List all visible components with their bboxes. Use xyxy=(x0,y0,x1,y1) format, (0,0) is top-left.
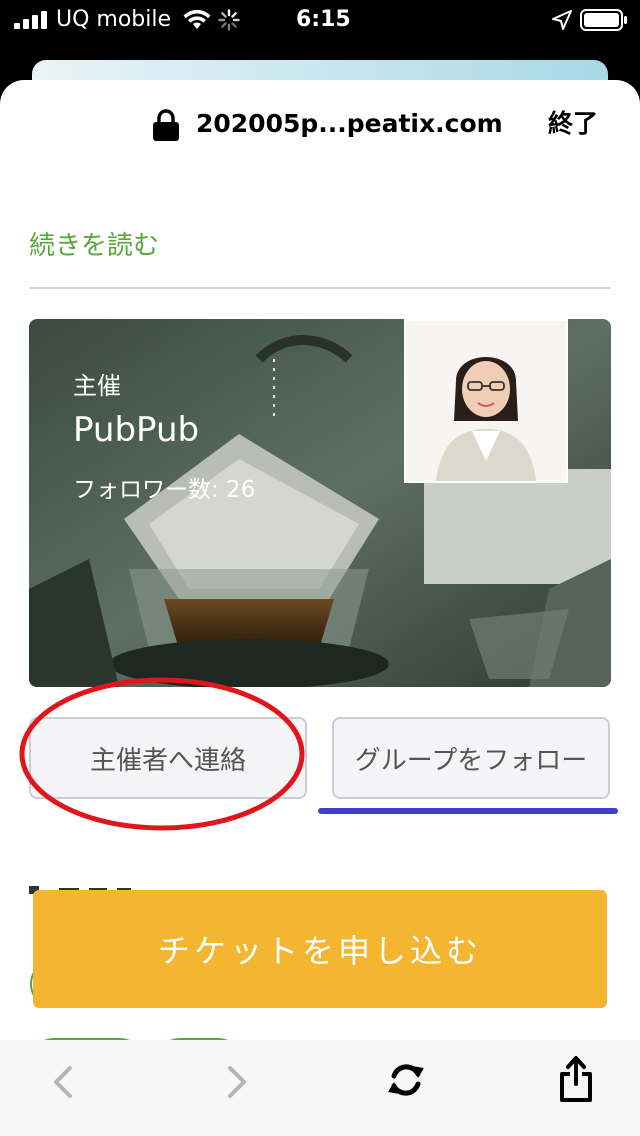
avatar-portrait-icon xyxy=(406,321,566,481)
browser-toolbar xyxy=(0,1040,640,1136)
clock-time: 6:15 xyxy=(296,7,351,32)
chevron-left-icon[interactable] xyxy=(48,1062,78,1102)
wifi-icon xyxy=(183,10,211,29)
organizer-avatar xyxy=(404,319,568,483)
organizer-label: 主催 xyxy=(73,372,121,400)
carrier-name: UQ mobile xyxy=(56,7,172,32)
safari-view-sheet: 202005p...peatix.com 終了 続きを読む 主催 PubPub … xyxy=(0,80,640,1136)
url-bar: 202005p...peatix.com 終了 xyxy=(0,80,640,170)
follower-count: フォロワー数: 26 xyxy=(73,477,256,503)
blue-annotation-underline xyxy=(318,808,618,814)
contact-organizer-button[interactable]: 主催者へ連絡 xyxy=(29,717,307,799)
lock-icon xyxy=(153,109,179,141)
divider xyxy=(29,287,611,289)
battery-icon xyxy=(580,9,627,31)
share-icon[interactable] xyxy=(556,1054,596,1104)
reload-icon[interactable] xyxy=(386,1060,426,1100)
chevron-right-icon[interactable] xyxy=(222,1062,252,1102)
organizer-name: PubPub xyxy=(73,410,200,450)
status-bar: UQ mobile 6:15 xyxy=(0,0,640,40)
follow-group-button[interactable]: グループをフォロー xyxy=(332,717,610,799)
read-more-link[interactable]: 続きを読む xyxy=(29,228,159,264)
cellular-signal-icon xyxy=(14,11,47,29)
apply-ticket-button[interactable]: チケットを申し込む xyxy=(33,890,607,1008)
location-arrow-icon xyxy=(552,10,572,30)
page-url[interactable]: 202005p...peatix.com xyxy=(196,106,503,142)
organizer-card[interactable]: 主催 PubPub フォロワー数: 26 xyxy=(29,319,611,687)
done-button[interactable]: 終了 xyxy=(548,106,598,142)
activity-spinner-icon xyxy=(218,9,240,31)
